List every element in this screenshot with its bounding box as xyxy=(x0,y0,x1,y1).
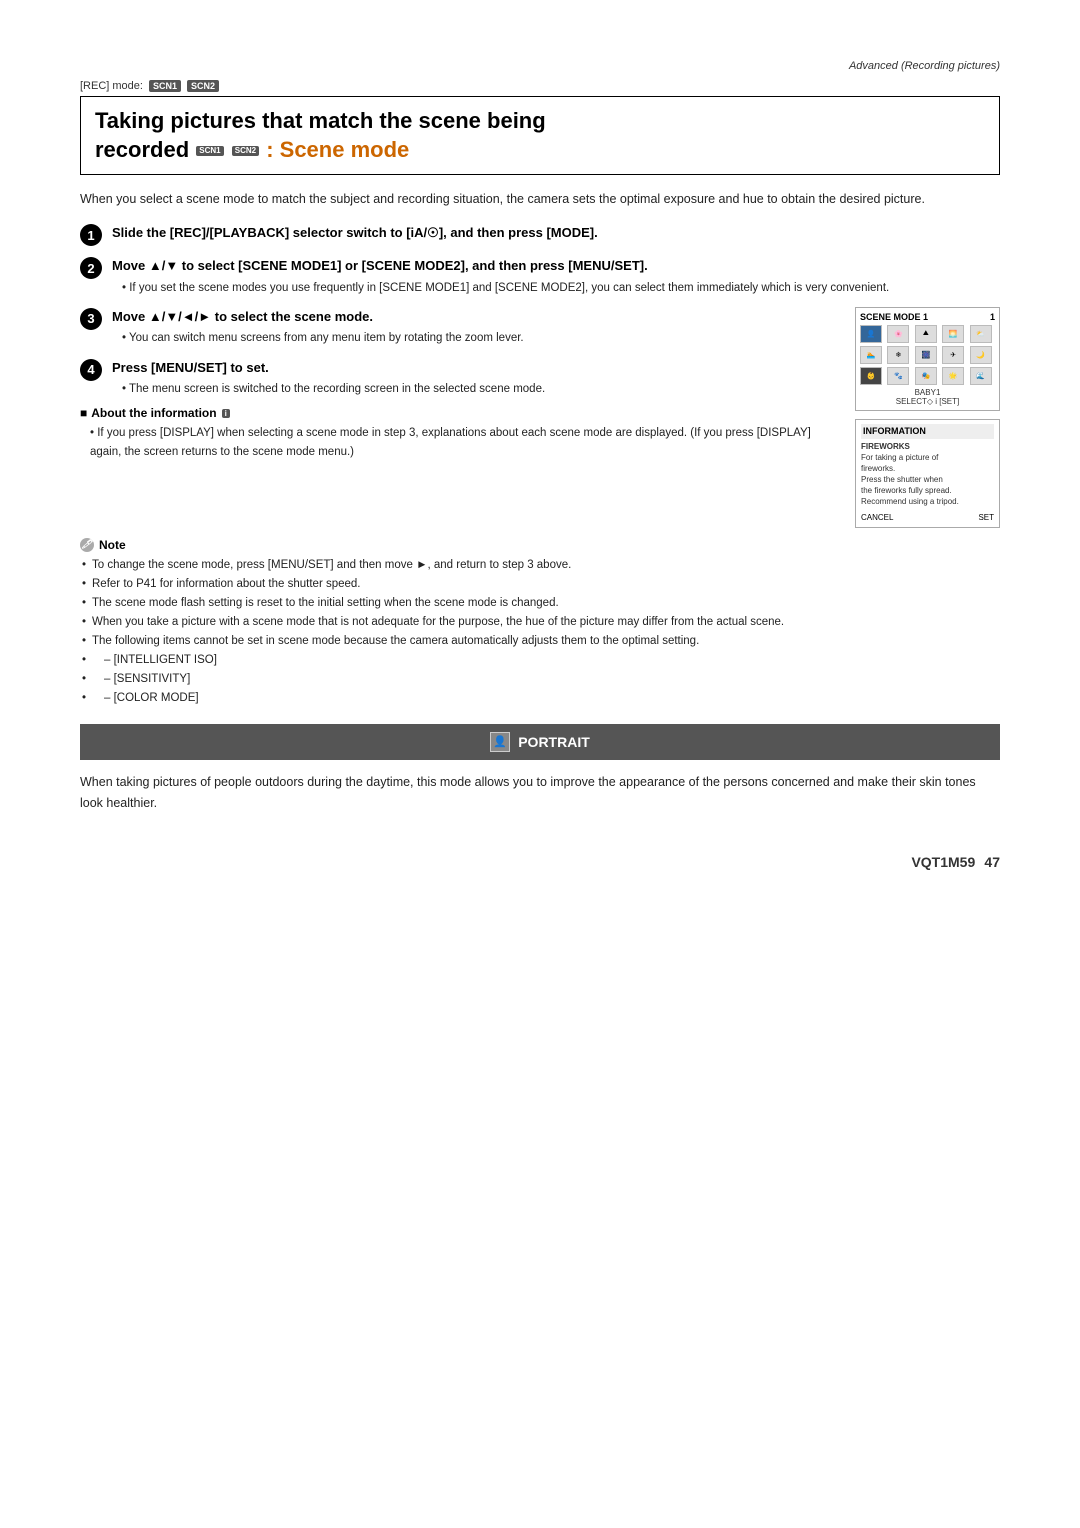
portrait-description: When taking pictures of people outdoors … xyxy=(80,772,1000,815)
scene-grid-row2: 🏊 ❄ 🎆 ✈ 🌙 xyxy=(860,346,995,364)
portrait-banner: 👤 PORTRAIT xyxy=(80,724,1000,760)
note-item-5: The following items cannot be set in sce… xyxy=(80,632,1000,651)
info-item: FIREWORKS xyxy=(861,442,910,451)
scene-nav: SELECT◇ i [SET] xyxy=(860,397,995,406)
info-box: INFORMATION FIREWORKS For taking a pictu… xyxy=(855,419,1000,528)
scene-mode-box: SCENE MODE 1 1 👤 🌸 ⛰ 🌅 ⛅ 🏊 ❄ 🎆 ✈ 🌙 xyxy=(855,307,1000,411)
info-box-content: FIREWORKS For taking a picture of firewo… xyxy=(861,441,994,508)
scene-cell-12: 🐾 xyxy=(887,367,909,385)
scene-cell-3: ⛰ xyxy=(915,325,937,343)
scene-cell-6: 🏊 xyxy=(860,346,882,364)
scene-cell-13: 🎭 xyxy=(915,367,937,385)
note-item-7: – [SENSITIVITY] xyxy=(80,670,1000,689)
step-3-row: 3 Move ▲/▼/◄/► to select the scene mode.… xyxy=(80,307,841,348)
portrait-icon: 👤 xyxy=(490,732,510,752)
info-line3: Press the shutter when xyxy=(861,475,943,484)
step-2-number: 2 xyxy=(80,257,102,279)
note-section: 🖊 Note To change the scene mode, press [… xyxy=(80,538,1000,708)
step-4-text: Press [MENU/SET] to set. xyxy=(112,358,841,378)
page-header: Advanced (Recording pictures) xyxy=(80,60,1000,72)
note-item-2: Refer to P41 for information about the s… xyxy=(80,575,1000,594)
scene-cell-4: 🌅 xyxy=(942,325,964,343)
note-item-4: When you take a picture with a scene mod… xyxy=(80,613,1000,632)
steps-area: 1 Slide the [REC]/[PLAYBACK] selector sw… xyxy=(80,223,1000,297)
about-info-title: ■ About the information i xyxy=(80,406,841,420)
step-2-text: Move ▲/▼ to select [SCENE MODE1] or [SCE… xyxy=(112,256,1000,276)
step-1-content: Slide the [REC]/[PLAYBACK] selector swit… xyxy=(112,223,1000,243)
info-box-title: INFORMATION xyxy=(861,424,994,439)
rec-mode-tag: [REC] mode: SCN1 SCN2 xyxy=(80,80,1000,92)
info-line1: For taking a picture of xyxy=(861,453,938,462)
scene-mode-badge1: SCN1 xyxy=(196,146,223,156)
note-item-3: The scene mode flash setting is reset to… xyxy=(80,594,1000,613)
footer-page: 47 xyxy=(984,854,1000,870)
scene-cell-8: 🎆 xyxy=(915,346,937,364)
step-4-number: 4 xyxy=(80,359,102,381)
scene-mode-badge2: SCN2 xyxy=(232,146,259,156)
step-3-text: Move ▲/▼/◄/► to select the scene mode. xyxy=(112,307,841,327)
step-4-content: Press [MENU/SET] to set. The menu screen… xyxy=(112,358,841,399)
note-item-8: – [COLOR MODE] xyxy=(80,689,1000,708)
note-title: 🖊 Note xyxy=(80,538,1000,552)
info-line5: Recommend using a tripod. xyxy=(861,497,959,506)
step-3-content: Move ▲/▼/◄/► to select the scene mode. Y… xyxy=(112,307,841,348)
step-4-subnote: The menu screen is switched to the recor… xyxy=(112,381,841,398)
info-box-footer: CANCEL SET xyxy=(861,512,994,523)
scene-cell-2: 🌸 xyxy=(887,325,909,343)
note-item-1: To change the scene mode, press [MENU/SE… xyxy=(80,556,1000,575)
scene-mode-page: 1 xyxy=(990,312,995,322)
scene-cell-10: 🌙 xyxy=(970,346,992,364)
scene-cell-7: ❄ xyxy=(887,346,909,364)
info-cancel: CANCEL xyxy=(861,512,893,523)
title-line2-orange: : Scene mode xyxy=(266,137,409,162)
step-1-number: 1 xyxy=(80,224,102,246)
scene-mode-header: SCENE MODE 1 1 xyxy=(860,312,995,322)
scene-cell-15: 🌊 xyxy=(970,367,992,385)
about-info-section: ■ About the information i If you press [… xyxy=(80,406,841,461)
title-line1: Taking pictures that match the scene bei… xyxy=(95,108,546,133)
black-square-icon: ■ xyxy=(80,406,87,420)
steps-3-4-left: 3 Move ▲/▼/◄/► to select the scene mode.… xyxy=(80,307,841,469)
title-line2-plain: recorded xyxy=(95,137,195,162)
scene-label: BABY1 xyxy=(860,388,995,397)
page-footer: VQT1M59 47 xyxy=(80,854,1000,870)
info-set: SET xyxy=(978,512,994,523)
badge-scn1: SCN1 xyxy=(149,80,181,92)
note-item-6: – [INTELLIGENT ISO] xyxy=(80,651,1000,670)
step-2-content: Move ▲/▼ to select [SCENE MODE1] or [SCE… xyxy=(112,256,1000,297)
note-icon: 🖊 xyxy=(80,538,94,552)
note-title-text: Note xyxy=(99,538,126,552)
step-1-row: 1 Slide the [REC]/[PLAYBACK] selector sw… xyxy=(80,223,1000,246)
footer-code: VQT1M59 xyxy=(911,854,975,870)
scene-cell-9: ✈ xyxy=(942,346,964,364)
info-icon: i xyxy=(222,409,230,418)
scene-mode-footer: BABY1 SELECT◇ i [SET] xyxy=(860,388,995,406)
scene-cell-14: 🌟 xyxy=(942,367,964,385)
info-line4: the fireworks fully spread. xyxy=(861,486,952,495)
step-2-subnote: If you set the scene modes you use frequ… xyxy=(112,280,1000,297)
step-3-subnote: You can switch menu screens from any men… xyxy=(112,330,841,347)
intro-text: When you select a scene mode to match th… xyxy=(80,189,1000,209)
steps-3-4-right: SCENE MODE 1 1 👤 🌸 ⛰ 🌅 ⛅ 🏊 ❄ 🎆 ✈ 🌙 xyxy=(855,307,1000,528)
scene-cell-5: ⛅ xyxy=(970,325,992,343)
step-2-row: 2 Move ▲/▼ to select [SCENE MODE1] or [S… xyxy=(80,256,1000,297)
step-3-number: 3 xyxy=(80,308,102,330)
section-title-box: Taking pictures that match the scene bei… xyxy=(80,96,1000,175)
steps-3-4-container: 3 Move ▲/▼/◄/► to select the scene mode.… xyxy=(80,307,1000,528)
about-info-title-text: About the information xyxy=(91,406,216,420)
scene-cell-11: 👶 xyxy=(860,367,882,385)
scene-mode-title: SCENE MODE 1 xyxy=(860,312,928,322)
scene-grid-row1: 👤 🌸 ⛰ 🌅 ⛅ xyxy=(860,325,995,343)
scene-cell-1: 👤 xyxy=(860,325,882,343)
info-line2: fireworks. xyxy=(861,464,895,473)
step-4-row: 4 Press [MENU/SET] to set. The menu scre… xyxy=(80,358,841,399)
rec-mode-label: [REC] mode: xyxy=(80,80,143,92)
badge-scn2: SCN2 xyxy=(187,80,219,92)
scene-grid-row3: 👶 🐾 🎭 🌟 🌊 xyxy=(860,367,995,385)
portrait-banner-text: PORTRAIT xyxy=(518,734,590,750)
about-info-content: If you press [DISPLAY] when selecting a … xyxy=(80,424,841,461)
step-1-text: Slide the [REC]/[PLAYBACK] selector swit… xyxy=(112,223,1000,243)
